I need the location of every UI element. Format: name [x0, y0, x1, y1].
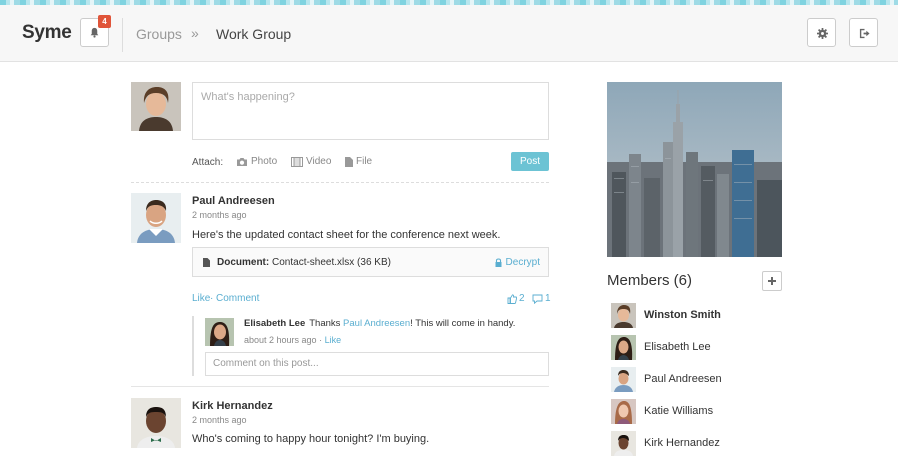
member-avatar: [611, 367, 636, 392]
comment-input[interactable]: [206, 353, 548, 374]
thumbs-up-icon: [507, 293, 517, 304]
speech-bubble-icon: [532, 294, 543, 304]
member-avatar: [611, 303, 636, 328]
status-textarea[interactable]: [192, 82, 549, 140]
camera-icon: [237, 157, 247, 166]
comment-mention-link[interactable]: Paul Andreesen: [343, 318, 410, 329]
comment-link[interactable]: Comment: [216, 293, 259, 304]
action-separator: ·: [210, 293, 214, 304]
member-name: Winston Smith: [644, 309, 721, 321]
comments-count-value: 1: [545, 293, 551, 304]
sign-out-button[interactable]: [849, 18, 878, 47]
post-text: Here's the updated contact sheet for the…: [192, 229, 501, 241]
member-avatar: [611, 399, 636, 424]
settings-button[interactable]: [807, 18, 836, 47]
breadcrumb-current: Work Group: [216, 26, 292, 42]
comment-thread-bar: [192, 316, 194, 376]
gear-icon: [817, 28, 828, 39]
attach-file-label: File: [356, 156, 373, 167]
lock-icon: [495, 258, 502, 267]
member-avatar: [611, 335, 636, 360]
comment-text-before: Thanks: [309, 318, 344, 329]
comment-timestamp: about 2 hours ago: [244, 335, 317, 345]
post-text: Who's coming to happy hour tonight? I'm …: [192, 433, 430, 445]
post-author-name[interactable]: Kirk Hernandez: [192, 400, 273, 412]
top-bar: Syme 4 Groups » Work Group: [0, 5, 898, 62]
current-user-avatar[interactable]: [131, 82, 181, 131]
member-item[interactable]: Katie Williams: [611, 399, 811, 424]
comment-author-avatar[interactable]: [205, 318, 234, 346]
comment-meta-separator: ·: [319, 335, 323, 345]
file-icon: [345, 156, 353, 167]
member-name: Elisabeth Lee: [644, 341, 711, 353]
document-icon: [203, 258, 210, 267]
post-divider: [131, 386, 549, 387]
attach-file-button[interactable]: File: [345, 156, 372, 167]
plus-icon: [768, 277, 776, 285]
post-button[interactable]: Post: [511, 152, 549, 171]
post-author-avatar[interactable]: [131, 193, 181, 243]
document-filename: Contact-sheet.xlsx (36 KB): [272, 257, 391, 268]
member-avatar: [611, 431, 636, 456]
bell-icon: [90, 27, 99, 38]
breadcrumb-separator: »: [191, 25, 199, 41]
member-item[interactable]: Paul Andreesen: [611, 367, 811, 392]
comment-input-box[interactable]: [205, 352, 549, 376]
notifications-button[interactable]: 4: [80, 15, 111, 47]
film-icon: [291, 156, 303, 167]
like-link[interactable]: Like: [192, 293, 210, 304]
attach-label: Attach:: [192, 157, 224, 168]
attach-photo-label: Photo: [251, 156, 278, 167]
likes-count[interactable]: 2: [507, 293, 525, 304]
post-timestamp: 2 months ago: [192, 415, 247, 425]
member-item[interactable]: Kirk Hernandez: [611, 431, 811, 456]
member-name: Katie Williams: [644, 405, 714, 417]
notification-count-badge: 4: [98, 15, 111, 28]
header-divider: [122, 18, 123, 52]
post-author-avatar[interactable]: [131, 398, 181, 448]
post-timestamp: 2 months ago: [192, 210, 247, 220]
document-attachment[interactable]: Document: Contact-sheet.xlsx (36 KB) Dec…: [192, 247, 549, 277]
document-info: Document: Contact-sheet.xlsx (36 KB): [217, 257, 391, 268]
members-title: Members (6): [607, 272, 693, 289]
status-input[interactable]: [193, 83, 548, 111]
breadcrumb-groups[interactable]: Groups: [136, 26, 182, 42]
member-item[interactable]: Winston Smith: [611, 303, 811, 328]
comment-body: Elisabeth Lee Thanks Paul Andreesen! This…: [244, 318, 515, 329]
decrypt-label: Decrypt: [505, 257, 540, 268]
group-cover-image: [607, 82, 782, 257]
post-author-name[interactable]: Paul Andreesen: [192, 195, 275, 207]
comment-text-after: ! This will come in handy.: [410, 318, 516, 329]
decrypt-button[interactable]: Decrypt: [495, 257, 540, 268]
comment-like-link[interactable]: Like: [325, 335, 342, 345]
composer-divider: [131, 182, 549, 183]
member-name: Kirk Hernandez: [644, 437, 720, 449]
attach-video-button[interactable]: Video: [291, 156, 331, 167]
attach-photo-button[interactable]: Photo: [236, 156, 277, 167]
document-label: Document:: [217, 257, 270, 268]
add-member-button[interactable]: [762, 271, 782, 291]
attach-video-label: Video: [306, 156, 332, 167]
member-item[interactable]: Elisabeth Lee: [611, 335, 811, 360]
comment-meta: about 2 hours ago · Like: [244, 335, 341, 345]
app-logo[interactable]: Syme: [22, 22, 72, 44]
member-name: Paul Andreesen: [644, 373, 722, 385]
comments-count[interactable]: 1: [532, 293, 551, 304]
likes-count-value: 2: [519, 293, 525, 304]
sign-out-icon: [859, 28, 870, 39]
comment-author-name[interactable]: Elisabeth Lee: [244, 318, 305, 329]
